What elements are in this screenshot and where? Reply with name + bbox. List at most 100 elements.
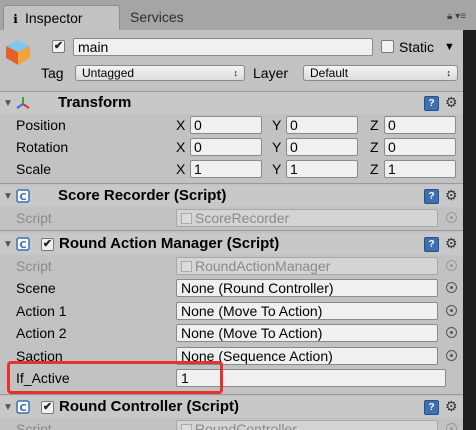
ifactive-int-field[interactable]: 1 <box>176 369 446 387</box>
gameobject-header: ✔ main Static ▼ Tag Untagged ↕ Layer Defa… <box>0 30 463 100</box>
scale-z-field[interactable]: 1 <box>384 160 456 178</box>
object-picker-icon <box>446 423 457 430</box>
active-checkbox[interactable]: ✔ <box>52 40 65 53</box>
tab-inspector[interactable]: ℹ Inspector <box>3 5 120 30</box>
component-enabled-checkbox[interactable]: ✔ <box>41 401 54 414</box>
component-enabled-checkbox[interactable]: ✔ <box>41 238 54 251</box>
scene-row: Scene None (Round Controller) <box>0 277 463 299</box>
script-file-icon <box>181 213 192 224</box>
transform-header[interactable]: ▼ Transform ? ⚙ <box>0 92 463 114</box>
scene-object-field[interactable]: None (Round Controller) <box>176 279 438 297</box>
script-icon: C <box>16 400 30 414</box>
help-book-icon[interactable]: ? <box>424 237 439 252</box>
tab-bar: ℹ Inspector Services 🔒︎ ▾≡ <box>0 0 476 30</box>
round-controller-header[interactable]: ▼ C ✔ Round Controller (Script) ? ⚙ <box>0 396 463 418</box>
gear-icon[interactable]: ⚙ <box>445 235 458 252</box>
transform-axes-icon <box>16 97 30 109</box>
saction-label: Saction <box>16 348 63 364</box>
foldout-arrow-icon[interactable]: ▼ <box>3 402 13 413</box>
layer-dropdown-arrow-icon: ↕ <box>446 68 452 78</box>
axis-z-label[interactable]: Z <box>370 116 379 134</box>
axis-y-label[interactable]: Y <box>272 160 281 178</box>
position-y-field[interactable]: 0 <box>286 116 358 134</box>
divider <box>0 394 463 395</box>
tag-value: Untagged <box>82 66 135 80</box>
tag-dropdown-arrow-icon: ↕ <box>233 68 239 78</box>
gear-icon[interactable]: ⚙ <box>445 187 458 204</box>
score-recorder-script-field: ScoreRecorder <box>176 209 438 227</box>
ifactive-row: If_Active 1 <box>0 367 463 389</box>
axis-x-label[interactable]: X <box>176 138 185 156</box>
round-action-manager-script-row: Script RoundActionManager <box>0 255 463 277</box>
inspector-panel: ✔ main Static ▼ Tag Untagged ↕ Layer Defa… <box>0 30 463 430</box>
score-recorder-header[interactable]: ▼ C Score Recorder (Script) ? ⚙ <box>0 185 463 207</box>
rotation-y-field[interactable]: 0 <box>286 138 358 156</box>
round-action-manager-header[interactable]: ▼ C ✔ Round Action Manager (Script) ? ⚙ <box>0 233 463 255</box>
script-label: Script <box>16 210 52 226</box>
round-controller-script-value: RoundController <box>195 421 297 430</box>
score-recorder-script-value: ScoreRecorder <box>195 210 290 226</box>
axis-x-label[interactable]: X <box>176 160 185 178</box>
object-picker-icon[interactable] <box>446 305 457 316</box>
saction-object-field[interactable]: None (Sequence Action) <box>176 347 438 365</box>
axis-x-label[interactable]: X <box>176 116 185 134</box>
tab-services[interactable]: Services <box>124 5 234 30</box>
help-book-icon[interactable]: ? <box>424 189 439 204</box>
object-picker-icon[interactable] <box>446 350 457 361</box>
round-controller-script-row: Script RoundController <box>0 418 463 430</box>
object-picker-icon[interactable] <box>446 327 457 338</box>
help-book-icon[interactable]: ? <box>424 96 439 111</box>
svg-text:C: C <box>19 403 26 414</box>
script-label: Script <box>16 258 52 274</box>
saction-row: Saction None (Sequence Action) <box>0 345 463 367</box>
gameobject-name-field[interactable]: main <box>73 38 373 56</box>
script-file-icon <box>181 261 192 272</box>
axis-y-label[interactable]: Y <box>272 138 281 156</box>
position-label: Position <box>16 117 66 133</box>
score-recorder-script-row: Script ScoreRecorder <box>0 207 463 229</box>
axis-z-label[interactable]: Z <box>370 138 379 156</box>
tag-dropdown[interactable]: Untagged ↕ <box>75 65 245 81</box>
static-checkbox[interactable] <box>381 40 394 53</box>
round-controller-title: Round Controller (Script) <box>59 398 239 415</box>
object-picker-icon <box>446 260 457 271</box>
script-label: Script <box>16 421 52 430</box>
lock-icon[interactable]: 🔒︎ <box>447 11 452 22</box>
tab-inspector-label: Inspector <box>25 10 83 26</box>
tag-label: Tag <box>41 65 64 81</box>
transform-row-scale: Scale X 1 Y 1 Z 1 <box>0 158 463 180</box>
action1-label: Action 1 <box>16 303 67 319</box>
action2-row: Action 2 None (Move To Action) <box>0 322 463 344</box>
round-action-manager-script-value: RoundActionManager <box>195 258 331 274</box>
svg-text:C: C <box>19 240 26 251</box>
object-picker-icon[interactable] <box>446 282 457 293</box>
rotation-x-field[interactable]: 0 <box>190 138 262 156</box>
action1-object-field[interactable]: None (Move To Action) <box>176 302 438 320</box>
action2-label: Action 2 <box>16 325 67 341</box>
round-action-manager-title: Round Action Manager (Script) <box>59 235 280 252</box>
foldout-arrow-icon[interactable]: ▼ <box>3 239 13 250</box>
position-x-field[interactable]: 0 <box>190 116 262 134</box>
divider <box>0 230 463 231</box>
scale-label: Scale <box>16 161 52 177</box>
scale-y-field[interactable]: 1 <box>286 160 358 178</box>
position-z-field[interactable]: 0 <box>384 116 456 134</box>
foldout-arrow-icon[interactable]: ▼ <box>3 191 13 202</box>
rotation-z-field[interactable]: 0 <box>384 138 456 156</box>
scale-x-field[interactable]: 1 <box>190 160 262 178</box>
action1-row: Action 1 None (Move To Action) <box>0 300 463 322</box>
layer-value: Default <box>310 66 349 80</box>
menu-icon[interactable]: ▾≡ <box>455 11 466 22</box>
axis-y-label[interactable]: Y <box>272 116 281 134</box>
transform-row-position: Position X 0 Y 0 Z 0 <box>0 114 463 136</box>
action2-object-field[interactable]: None (Move To Action) <box>176 324 438 342</box>
static-dropdown-arrow-icon[interactable]: ▼ <box>444 38 455 56</box>
layer-dropdown[interactable]: Default ↕ <box>303 65 458 81</box>
help-book-icon[interactable]: ? <box>424 400 439 415</box>
gear-icon[interactable]: ⚙ <box>445 94 458 111</box>
scene-label: Scene <box>16 280 56 296</box>
foldout-arrow-icon[interactable]: ▼ <box>3 98 13 109</box>
gear-icon[interactable]: ⚙ <box>445 398 458 415</box>
axis-z-label[interactable]: Z <box>370 160 379 178</box>
scrollbar-region <box>463 30 476 430</box>
